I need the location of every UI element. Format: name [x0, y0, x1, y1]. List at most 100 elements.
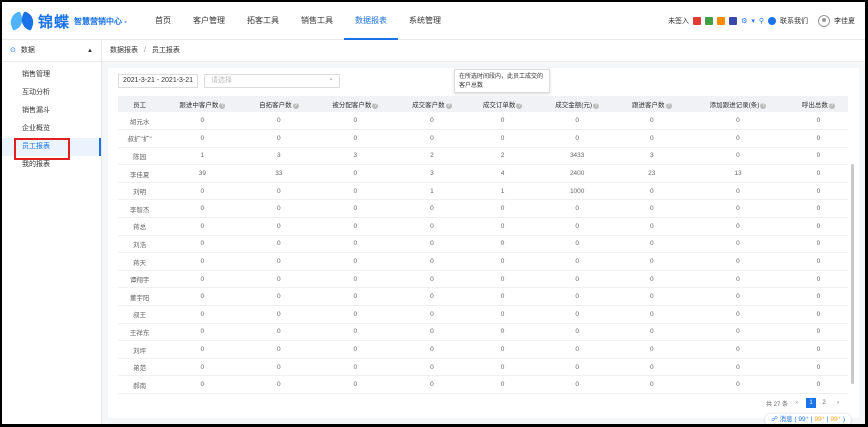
- column-header-label: 添加跟进记录(条): [709, 102, 760, 109]
- red-app-icon[interactable]: [693, 17, 702, 25]
- blue-app-icon[interactable]: [729, 17, 738, 25]
- prev-page-icon[interactable]: ‹: [792, 398, 802, 408]
- breadcrumb-current: 员工报表: [151, 47, 180, 54]
- nav-item-5[interactable]: 系统管理: [398, 2, 452, 40]
- table-cell: 0: [161, 375, 244, 394]
- avatar[interactable]: [818, 15, 830, 27]
- table-cell: 23: [616, 164, 688, 183]
- table-cell: 0: [314, 252, 397, 271]
- table-row[interactable]: 叔扩"扩" 0 0 0 0 0 0 0 0 0: [118, 129, 848, 148]
- sidebar-item-3[interactable]: 企业概览: [2, 120, 101, 138]
- table-cell: 0: [616, 340, 688, 359]
- table-row[interactable]: 刘坪 0 0 0 0 0 0 0 0 0: [118, 340, 848, 359]
- nav-item-1[interactable]: 客户管理: [182, 2, 236, 40]
- employee-name-cell: 刘明: [118, 182, 162, 201]
- employee-select[interactable]: 请选择: [204, 73, 340, 88]
- table-cell: 0: [314, 287, 397, 307]
- column-header-label: 自拓客户数: [259, 102, 292, 109]
- breadcrumb: 数据报表 / 员工报表: [102, 40, 865, 62]
- table-cell: 0: [788, 358, 848, 377]
- table-row[interactable]: 李智杰 0 0 0 0 0 0 0 0 0: [118, 199, 848, 219]
- page-number-button[interactable]: 1: [806, 398, 816, 408]
- collapse-arrow-icon[interactable]: ▲: [87, 40, 93, 62]
- help-icon[interactable]: ?: [372, 103, 379, 109]
- breadcrumb-parent[interactable]: 数据报表: [110, 47, 138, 54]
- help-icon[interactable]: ?: [760, 103, 767, 109]
- table-row[interactable]: 弟范 0 0 0 0 0 0 0 0 0: [118, 358, 848, 377]
- help-icon[interactable]: ?: [445, 103, 452, 109]
- table-cell: 0: [687, 217, 789, 236]
- user-name[interactable]: 李佳夏: [834, 16, 855, 26]
- search-icon[interactable]: ⚲: [759, 17, 764, 25]
- logo[interactable]: 锦蝶 智慧营销中心 -: [7, 10, 127, 32]
- help-icon[interactable]: ?: [593, 103, 600, 109]
- gear-icon[interactable]: ⚙: [741, 17, 747, 25]
- table-cell: 0: [687, 129, 789, 148]
- table-row[interactable]: 董宇阳 0 0 0 0 0 0 0 0 0: [118, 287, 848, 307]
- message-count-a: 99⁺: [798, 416, 810, 423]
- message-count-b: 99⁺: [814, 416, 826, 423]
- table-row[interactable]: 刘浩 0 0 0 0 0 0 0 0 0: [118, 235, 848, 254]
- date-range-picker[interactable]: 2021-3-21 - 2021-3-21: [118, 74, 198, 88]
- filter-bar: 2021-3-21 - 2021-3-21 请选择: [118, 73, 340, 88]
- help-icon[interactable]: ?: [665, 103, 672, 109]
- table-cell: 0: [788, 112, 848, 131]
- sidebar-section-header[interactable]: ⊙ 数据 ▲: [2, 40, 101, 62]
- table-cell: 0: [243, 217, 315, 236]
- message-bar[interactable]: ☍ 消息 ( 99⁺ | 99⁺ | 99⁺ ): [765, 414, 851, 424]
- sidebar-item-0[interactable]: 销售管理: [2, 66, 101, 84]
- table-cell: 0: [396, 199, 468, 219]
- main-nav: 首页 客户管理 拓客工具 销售工具 数据报表 系统管理: [144, 2, 452, 40]
- employee-name-cell: 陈园: [118, 147, 162, 166]
- sidebar-item-4[interactable]: 员工报表: [2, 138, 101, 160]
- employee-name-cell: 胡元水: [118, 112, 162, 131]
- table-cell: 0: [788, 217, 848, 236]
- table-cell: 0: [788, 287, 848, 307]
- table-row[interactable]: 蒋天 0 0 0 0 0 0 0 0 0: [118, 252, 848, 271]
- table-cell: 0: [788, 305, 848, 324]
- message-label: 消息: [779, 416, 793, 423]
- green-app-icon[interactable]: [705, 17, 714, 25]
- nav-item-3[interactable]: 销售工具: [290, 2, 344, 40]
- table-cell: 0: [314, 129, 397, 148]
- table-row[interactable]: 李佳夏 39 33 0 3 4 2400 23 13 0: [118, 164, 848, 183]
- help-icon[interactable]: ?: [516, 103, 523, 109]
- table-cell: 0: [161, 305, 244, 324]
- table-cell: 0: [161, 235, 244, 254]
- nav-item-0[interactable]: 首页: [144, 2, 182, 40]
- table-cell: 0: [243, 287, 315, 307]
- table-row[interactable]: 蒋总 0 0 0 0 0 0 0 0 0: [118, 217, 848, 236]
- column-tooltip: 在所选时间段内，此员工成交的客户总数: [454, 69, 550, 93]
- table-row[interactable]: 叔王 0 0 0 0 0 0 0 0 0: [118, 305, 848, 324]
- table-row[interactable]: 陈园 1 3 3 2 2 3433 3 0 0: [118, 147, 848, 166]
- employee-name-cell: 刘坪: [118, 340, 162, 359]
- orange-app-icon[interactable]: [717, 17, 726, 25]
- table-row[interactable]: 胡元水 0 0 0 0 0 0 0 0 0: [118, 112, 848, 131]
- table-cell: 0: [616, 358, 688, 377]
- table-cell: 0: [788, 199, 848, 219]
- top-navbar: 锦蝶 智慧营销中心 - 首页 客户管理 拓客工具 销售工具 数据报表 系统管理 未签入 ⚙…: [2, 2, 865, 40]
- table-cell: 0: [687, 252, 789, 271]
- table-cell: 0: [243, 340, 315, 359]
- table-row[interactable]: 刘明 0 0 0 1 1 1000 0 0 0: [118, 182, 848, 201]
- sign-in-status[interactable]: 未签入: [668, 16, 689, 26]
- help-icon[interactable]: ?: [219, 103, 226, 109]
- contact-us-link[interactable]: 联系我们: [780, 16, 808, 26]
- help-icon[interactable]: ?: [292, 103, 299, 109]
- column-header: 自拓客户数?: [243, 96, 315, 112]
- sidebar-item-2[interactable]: 销售漏斗: [2, 102, 101, 120]
- table-row[interactable]: 谭翔宇 0 0 0 0 0 0 0 0 0: [118, 270, 848, 289]
- chevron-down-icon[interactable]: ▾: [751, 17, 755, 25]
- sidebar-item-1[interactable]: 互动分析: [2, 84, 101, 102]
- next-page-icon[interactable]: ›: [833, 398, 843, 408]
- help-icon[interactable]: ?: [828, 103, 835, 109]
- table-row[interactable]: 郝南 0 0 0 0 0 0 0 0 0: [118, 375, 848, 394]
- page-number-button[interactable]: 2: [819, 398, 829, 408]
- table-cell: 0: [314, 182, 397, 201]
- table-scrollbar[interactable]: [851, 164, 854, 384]
- nav-item-2[interactable]: 拓客工具: [236, 2, 290, 40]
- nav-item-4[interactable]: 数据报表: [344, 2, 398, 40]
- table-cell: 3433: [537, 147, 617, 166]
- table-row[interactable]: 王祥东 0 0 0 0 0 0 0 0 0: [118, 323, 848, 342]
- table-cell: 0: [687, 147, 789, 166]
